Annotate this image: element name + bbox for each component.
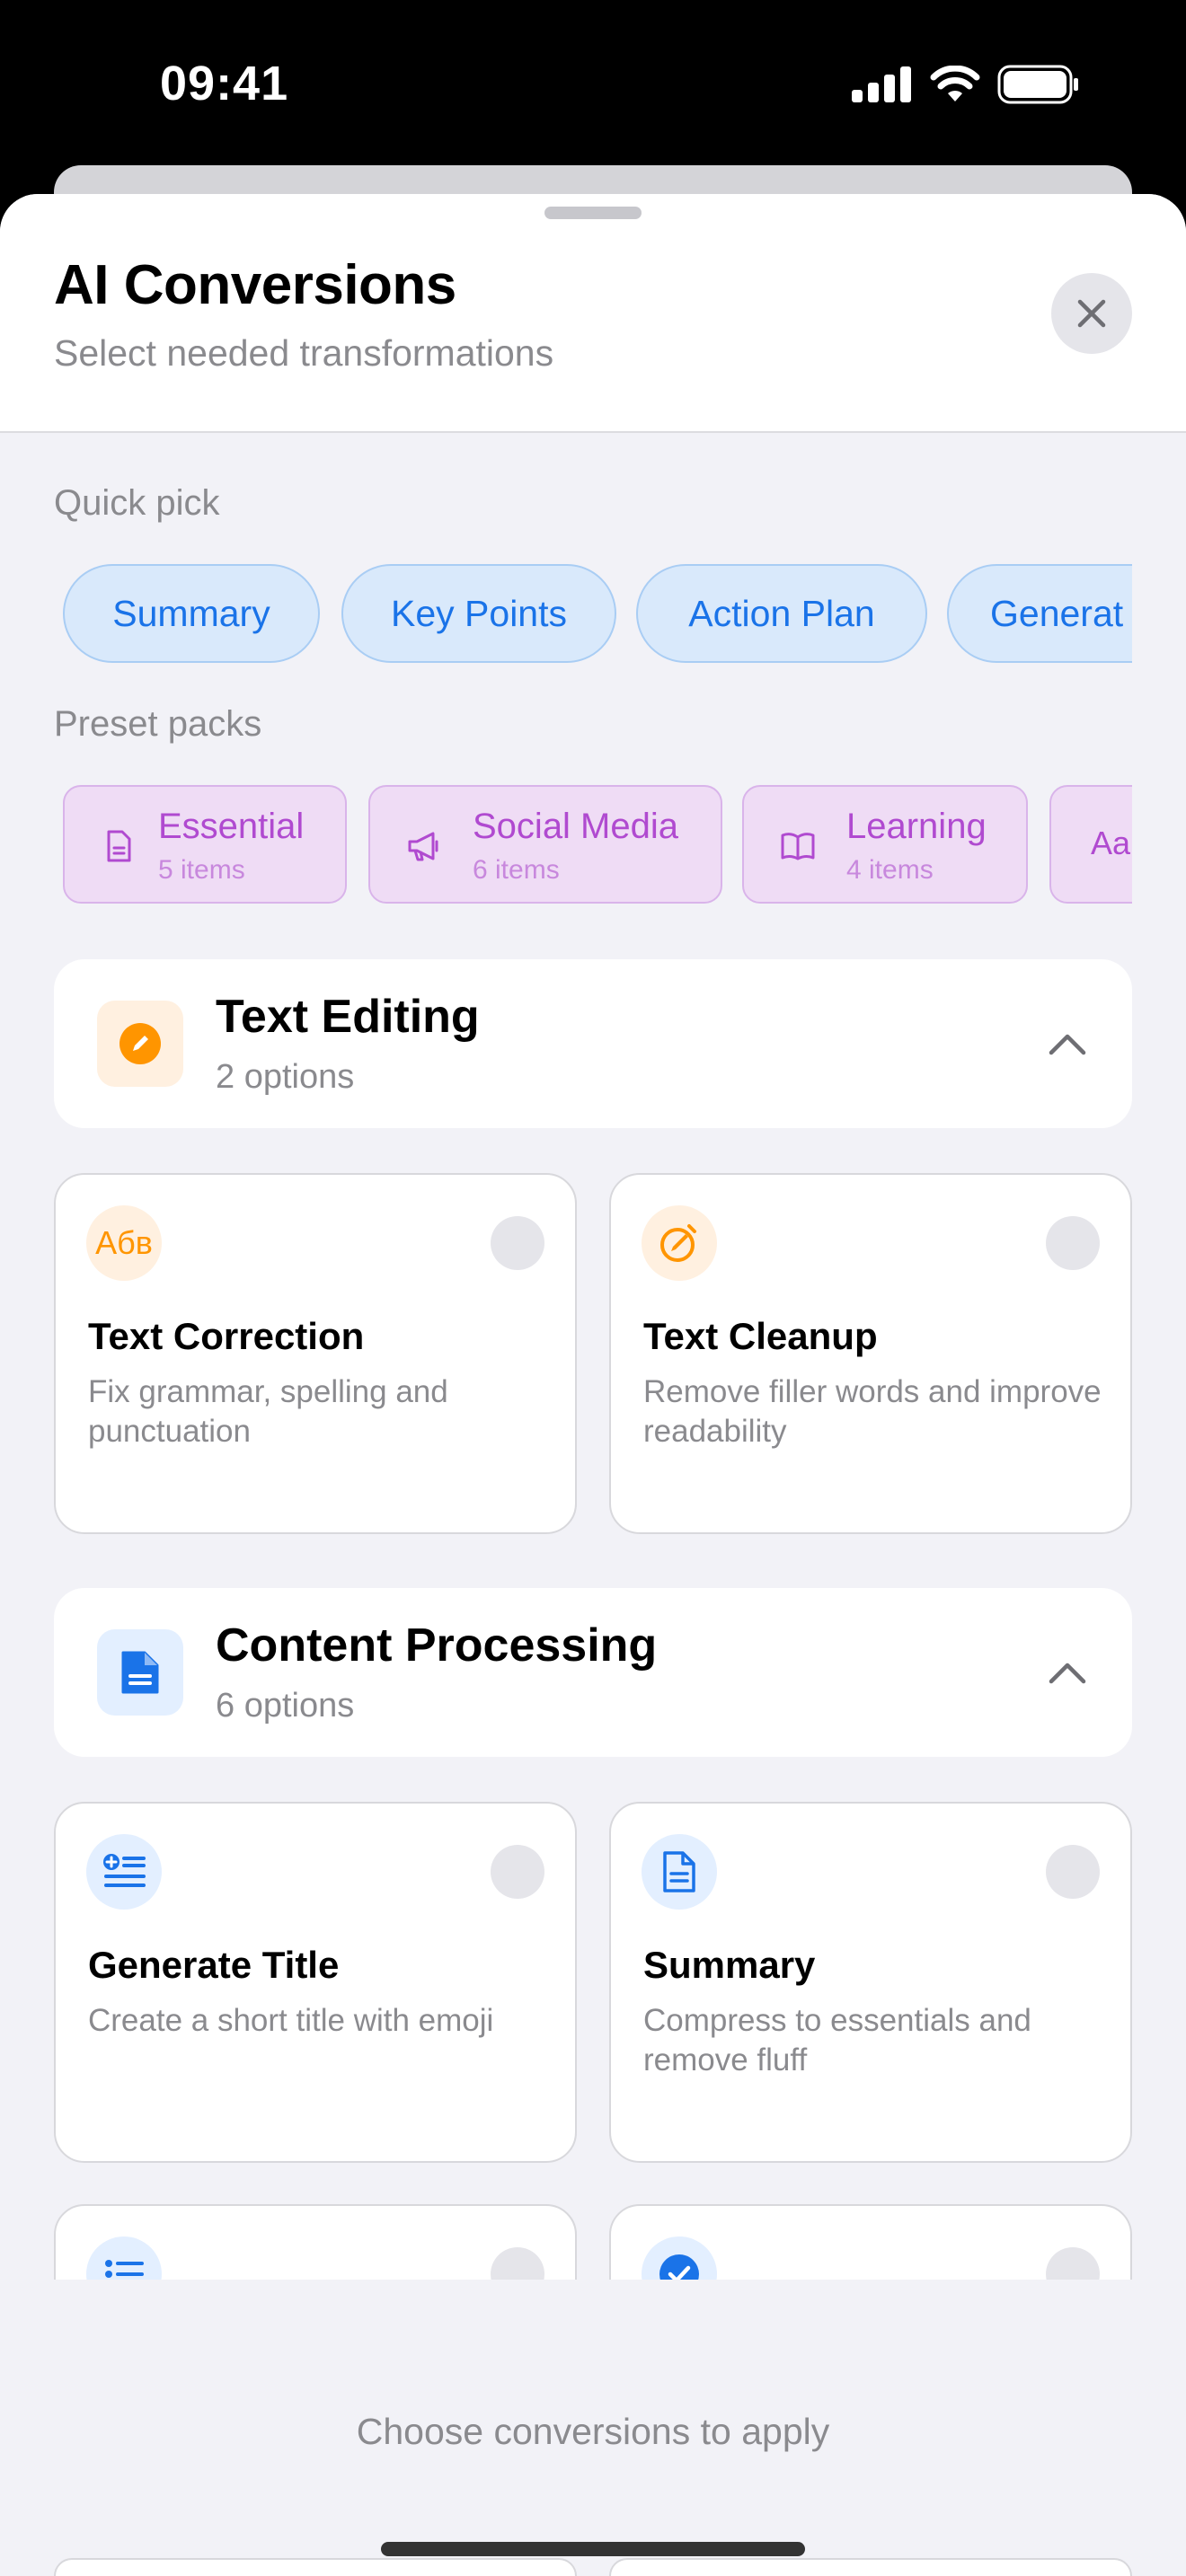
option-radio[interactable] — [1046, 1845, 1100, 1899]
title-list-icon — [103, 1854, 146, 1887]
sheet-grabber[interactable] — [544, 207, 642, 219]
option-icon — [642, 1834, 717, 1910]
option-card-text-correction[interactable]: Абв Text Correction Fix grammar, spellin… — [54, 1173, 577, 1534]
option-description: Remove filler words and improve readabil… — [643, 1374, 1102, 1449]
category-header-text-editing[interactable]: Text Editing 2 options — [54, 959, 1132, 1128]
preset-packs-label: Preset packs — [54, 704, 262, 744]
home-indicator[interactable] — [381, 2542, 805, 2556]
signal-icon — [852, 66, 911, 102]
card-edge — [609, 2558, 1132, 2576]
option-description: Compress to essentials and remove fluff — [643, 2003, 1031, 2078]
pack-name: Social Media — [473, 807, 679, 846]
quick-pick-chip[interactable]: Key Points — [341, 564, 616, 663]
option-title: Generate Title — [88, 1944, 340, 1986]
category-icon — [97, 1629, 183, 1716]
page-subtitle: Select needed transformations — [54, 332, 554, 374]
card-edge — [54, 2558, 577, 2576]
book-icon — [781, 833, 815, 860]
option-description: Create a short title with emoji — [88, 2003, 494, 2038]
category-title: Text Editing — [216, 991, 480, 1043]
option-card-summary[interactable]: Summary Compress to essentials and remov… — [609, 1802, 1132, 2163]
bottom-bar: Choose conversions to apply — [0, 2280, 1186, 2576]
close-icon — [1077, 299, 1106, 328]
option-radio[interactable] — [491, 1216, 544, 1270]
preset-pack-essential[interactable]: Essential 5 items — [63, 785, 347, 904]
option-title: Text Cleanup — [643, 1315, 878, 1357]
document-icon — [663, 1851, 695, 1892]
preset-packs-row[interactable]: Essential 5 items Social Media 6 items L… — [54, 785, 1132, 907]
megaphone-icon — [408, 832, 438, 861]
quick-pick-row[interactable]: Summary Key Points Action Plan Generat — [54, 564, 1132, 666]
option-title: Text Correction — [88, 1315, 365, 1357]
category-count: 2 options — [216, 1058, 355, 1096]
spellcheck-icon: Абв — [86, 1205, 162, 1281]
chevron-up-icon[interactable] — [1048, 1028, 1087, 1060]
wifi-icon — [930, 66, 980, 101]
pack-name: Essential — [158, 807, 305, 846]
footer-hint: Choose conversions to apply — [356, 2411, 830, 2452]
pack-count: 4 items — [846, 855, 934, 885]
option-radio[interactable] — [1046, 1216, 1100, 1270]
category-title: Content Processing — [216, 1619, 658, 1672]
document-icon — [121, 1651, 159, 1694]
option-card-text-cleanup[interactable]: Text Cleanup Remove filler words and imp… — [609, 1173, 1132, 1534]
sheet-header: AI Conversions Select needed transformat… — [0, 194, 1186, 433]
chevron-up-icon[interactable] — [1048, 1656, 1087, 1689]
preset-pack-learning[interactable]: Learning 4 items — [742, 785, 1028, 904]
status-bar: 09:41 — [0, 0, 1186, 171]
document-icon — [107, 830, 131, 862]
battery-icon — [997, 65, 1078, 104]
preset-pack-social-media[interactable]: Social Media 6 items — [368, 785, 722, 904]
quick-pick-chip[interactable]: Generat — [947, 564, 1132, 663]
category-icon — [97, 1001, 183, 1087]
status-icons — [852, 65, 1080, 104]
pencil-icon — [119, 1023, 161, 1064]
option-icon — [86, 1834, 162, 1910]
preset-pack-partial[interactable]: Aa — [1049, 785, 1132, 904]
cleanup-icon — [660, 1224, 696, 1262]
option-title: Summary — [643, 1944, 816, 1986]
category-header-content-processing[interactable]: Content Processing 6 options — [54, 1588, 1132, 1757]
close-button[interactable] — [1051, 273, 1132, 354]
pack-name: Aa — [1091, 825, 1131, 861]
pack-name: Learning — [846, 807, 987, 846]
option-card-generate-title[interactable]: Generate Title Create a short title with… — [54, 1802, 577, 2163]
quick-pick-label: Quick pick — [54, 483, 220, 523]
quick-pick-chip[interactable]: Summary — [63, 564, 320, 663]
pack-count: 6 items — [473, 855, 560, 885]
pack-count: 5 items — [158, 855, 245, 885]
option-icon — [642, 1205, 717, 1281]
status-time: 09:41 — [160, 57, 289, 110]
page-title: AI Conversions — [54, 254, 456, 316]
option-radio[interactable] — [491, 1845, 544, 1899]
ai-conversions-sheet: AI Conversions Select needed transformat… — [0, 194, 1186, 2576]
quick-pick-chip[interactable]: Action Plan — [636, 564, 927, 663]
category-count: 6 options — [216, 1687, 355, 1725]
option-description: Fix grammar, spelling and punctuation — [88, 1374, 448, 1449]
